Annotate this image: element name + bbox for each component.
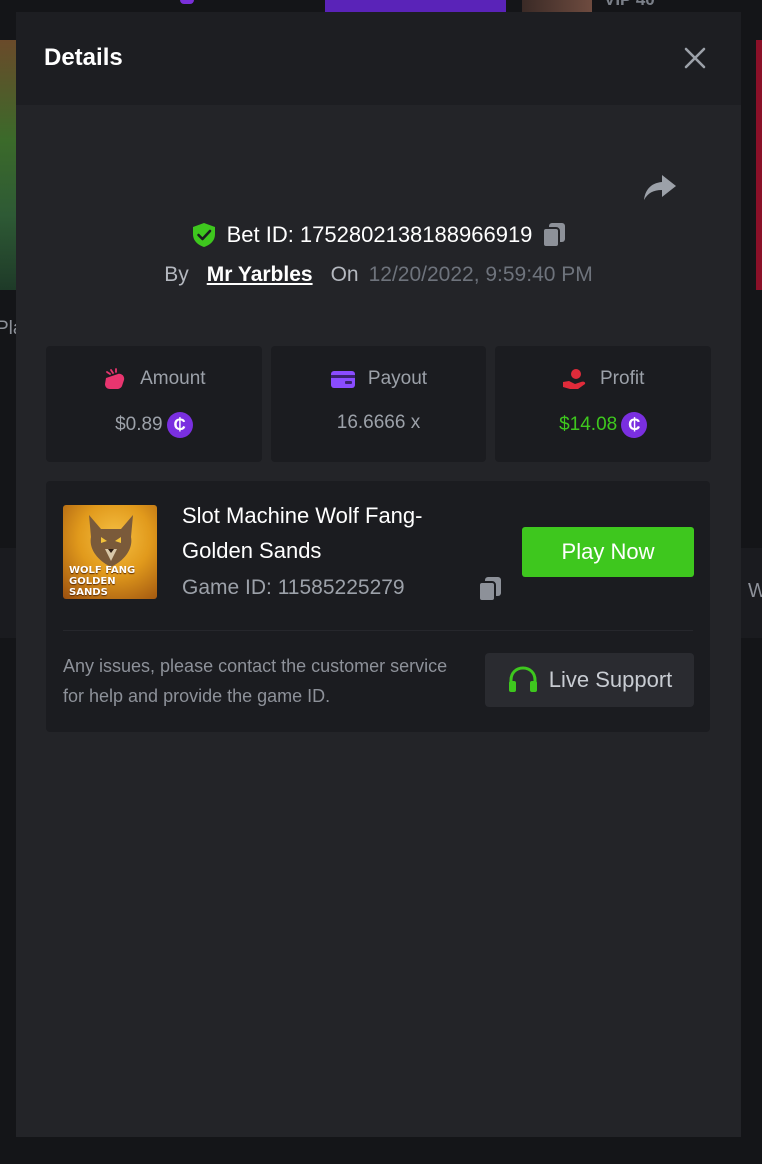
amount-value: $0.89	[115, 414, 163, 435]
coin-icon: ₵	[166, 412, 193, 438]
user-link[interactable]: Mr Yarbles	[207, 263, 313, 287]
stat-payout: Payout 16.6666 x	[270, 346, 487, 462]
divider	[63, 630, 693, 631]
thumbnail-title: WOLF FANG GOLDEN SANDS	[69, 565, 136, 598]
game-id: Game ID: 11585225279	[182, 576, 405, 599]
details-modal: Details Bet ID: 1752802138188966919 By M…	[16, 12, 741, 1137]
background-banner	[325, 0, 506, 12]
bet-stats: Amount $0.89 ₵ Payout 16.6666 x Profit $…	[46, 346, 712, 462]
wolf-icon	[89, 515, 133, 567]
background-thumbnail-right	[756, 40, 762, 290]
payout-label: Payout	[367, 368, 428, 389]
support-notice: Any issues, please contact the customer …	[63, 656, 448, 706]
background-game-thumbnail	[0, 40, 16, 290]
on-label: On	[330, 263, 359, 286]
stat-amount: Amount $0.89 ₵	[46, 346, 262, 462]
live-support-button[interactable]: Live Support	[485, 653, 694, 707]
game-thumbnail[interactable]: WOLF FANG GOLDEN SANDS	[63, 505, 157, 599]
background-decoration	[180, 0, 194, 4]
headset-icon	[508, 666, 537, 692]
game-name: Slot Machine Wolf Fang-Golden Sands	[182, 503, 423, 563]
background-text-fragment-right: W	[748, 580, 762, 602]
copy-icon[interactable]	[478, 576, 502, 602]
coin-icon: ₵	[621, 412, 648, 438]
bet-id-row: Bet ID: 1752802138188966919	[16, 218, 741, 252]
by-label: By	[164, 263, 189, 286]
profit-value: $14.08	[559, 414, 618, 435]
profit-hand-icon	[563, 369, 586, 389]
bet-meta-row: By Mr Yarbles On 12/20/2022, 9:59:40 PM	[16, 260, 741, 290]
modal-header: Details	[16, 12, 741, 105]
bet-id: Bet ID: 1752802138188966919	[226, 222, 533, 247]
modal-title: Details	[44, 44, 123, 71]
background-avatar	[522, 0, 592, 12]
amount-icon	[105, 368, 125, 389]
play-now-button[interactable]: Play Now	[522, 527, 694, 577]
verified-shield-icon	[192, 223, 215, 247]
amount-label: Amount	[140, 368, 206, 389]
copy-icon[interactable]	[542, 222, 566, 248]
stat-profit: Profit $14.08 ₵	[495, 346, 712, 462]
bet-date: 12/20/2022, 9:59:40 PM	[368, 263, 593, 286]
profit-label: Profit	[600, 368, 645, 389]
wallet-icon	[330, 371, 355, 388]
live-support-label: Live Support	[548, 667, 673, 692]
close-icon[interactable]	[683, 46, 707, 70]
background-vip-label: VIP 40	[604, 0, 655, 10]
share-icon[interactable]	[642, 172, 678, 204]
game-card: WOLF FANG GOLDEN SANDS Slot Machine Wolf…	[46, 481, 710, 732]
payout-value: 16.6666 x	[336, 412, 421, 433]
